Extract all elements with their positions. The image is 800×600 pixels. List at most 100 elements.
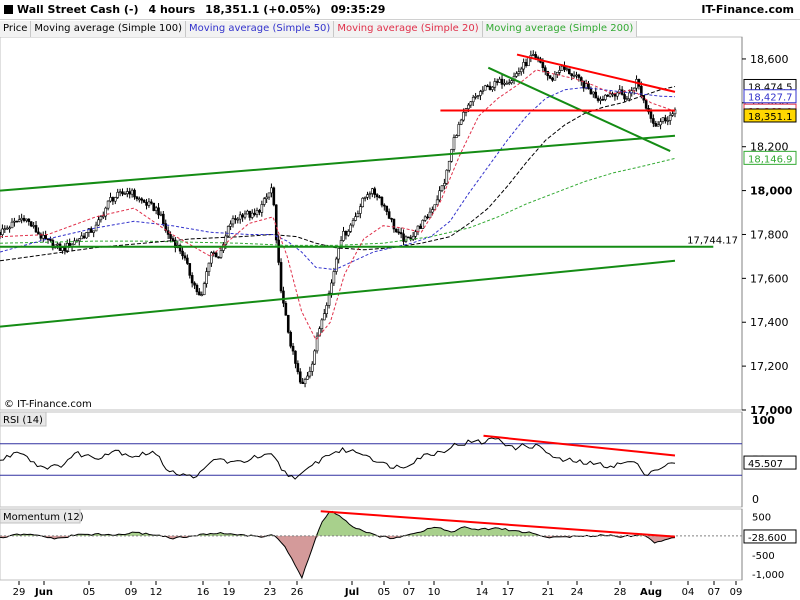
time-tick-label: 07: [403, 587, 416, 598]
candle-body: [404, 236, 408, 242]
candle-body: [459, 119, 463, 125]
title-left: Wall Street Cash (-) 4 hours 18,351.1 (+0.…: [4, 3, 385, 16]
candle-body: [296, 363, 300, 373]
candle-body: [553, 73, 557, 81]
candle-body: [17, 219, 21, 222]
candle-body: [152, 202, 156, 211]
candle-body: [37, 231, 40, 235]
candle-body: [399, 232, 403, 235]
candle-body: [89, 228, 93, 233]
candle-body: [231, 218, 235, 225]
candle-body: [77, 238, 81, 242]
candle-body: [193, 282, 196, 286]
candle-body: [200, 294, 204, 297]
candle-body: [363, 196, 367, 199]
time-tick-label: 19: [223, 587, 236, 598]
candle-body: [337, 248, 340, 260]
legend-ma50[interactable]: Moving average (Simple 50): [186, 21, 335, 37]
momentum-title: Momentum (12): [3, 512, 84, 523]
candle-body: [522, 62, 525, 70]
candle-body: [106, 200, 110, 209]
candle-body: [546, 70, 549, 77]
candle-body: [596, 97, 600, 101]
candle-body: [486, 85, 489, 88]
candle-body: [440, 185, 444, 192]
candle-body: [368, 193, 372, 195]
candle-body: [32, 225, 35, 227]
time-tick-label: 26: [291, 587, 304, 598]
candle-body: [373, 188, 377, 195]
candle-body: [22, 217, 26, 221]
legend-price[interactable]: Price: [0, 21, 32, 37]
legend-ma100[interactable]: Moving average (Simple 100): [31, 21, 187, 37]
candle-body: [322, 313, 326, 321]
candle-body: [447, 160, 451, 171]
candle-body: [354, 216, 357, 221]
last-price-label: 18,351.1: [748, 112, 793, 123]
candle-body: [154, 207, 158, 211]
candle-body: [471, 97, 475, 103]
candle-body: [445, 169, 449, 184]
candle-body: [104, 207, 107, 217]
candle-body: [80, 235, 83, 240]
window-icon: [4, 5, 13, 14]
candle-body: [310, 363, 314, 372]
candle-body: [126, 191, 129, 194]
candle-body: [258, 210, 261, 213]
candle-body: [349, 224, 353, 232]
time-tick-label: 21: [542, 587, 555, 598]
rsi-plot-area: [0, 411, 743, 508]
candle-body: [515, 73, 518, 77]
candle-body: [462, 111, 465, 121]
candle-body: [431, 209, 434, 213]
candle-body: [555, 72, 559, 75]
candle-body: [214, 252, 218, 258]
time-tick-label: 23: [264, 587, 277, 598]
candle-body: [652, 118, 655, 124]
candle-body: [493, 81, 497, 88]
candle-body: [320, 319, 324, 329]
candle-body: [606, 94, 610, 97]
rsi-panel: 10050045.507RSI (14): [0, 411, 797, 508]
candle-body: [344, 230, 348, 236]
candle-body: [238, 214, 242, 220]
candle-body: [483, 85, 487, 91]
candle-body: [510, 80, 513, 84]
candle-body: [395, 228, 398, 233]
candle-body: [351, 220, 355, 226]
candle-body: [481, 89, 485, 92]
candle-body: [628, 92, 631, 100]
timeframe[interactable]: 4 hours: [148, 3, 195, 16]
candle-body: [207, 262, 211, 272]
candle-body: [1, 228, 4, 235]
candle-body: [41, 235, 45, 239]
candle-body: [303, 379, 307, 384]
candle-body: [457, 124, 461, 136]
candle-body: [190, 275, 194, 284]
candle-body: [29, 221, 33, 227]
time-tick-label: 28: [614, 587, 627, 598]
candle-body: [145, 201, 148, 206]
momentum-panel: 500 -500 -1,000 -28.600 Momentum (12): [0, 508, 797, 581]
candle-body: [265, 196, 268, 200]
candle-body: [575, 74, 578, 77]
candle-body: [279, 262, 283, 292]
candle-body: [135, 196, 139, 200]
candle-body: [524, 62, 528, 67]
candle-body: [92, 230, 95, 233]
candle-body: [661, 117, 665, 122]
candle-body: [99, 216, 103, 221]
candle-body: [85, 232, 88, 239]
candle-body: [162, 213, 165, 224]
legend-ma200[interactable]: Moving average (Simple 200): [482, 21, 638, 37]
candle-body: [109, 197, 112, 202]
time-tick-label: 10: [428, 587, 441, 598]
price-tick-label: 18,600: [750, 53, 789, 66]
legend-ma20[interactable]: Moving average (Simple 20): [334, 21, 483, 37]
ma200-value-label: 18,146.9: [748, 154, 793, 165]
candle-body: [97, 219, 100, 226]
candle-body: [181, 250, 184, 257]
time-tick-label: Aug: [640, 587, 662, 598]
candle-body: [604, 94, 607, 100]
price-tick-label: 17,800: [750, 228, 789, 241]
